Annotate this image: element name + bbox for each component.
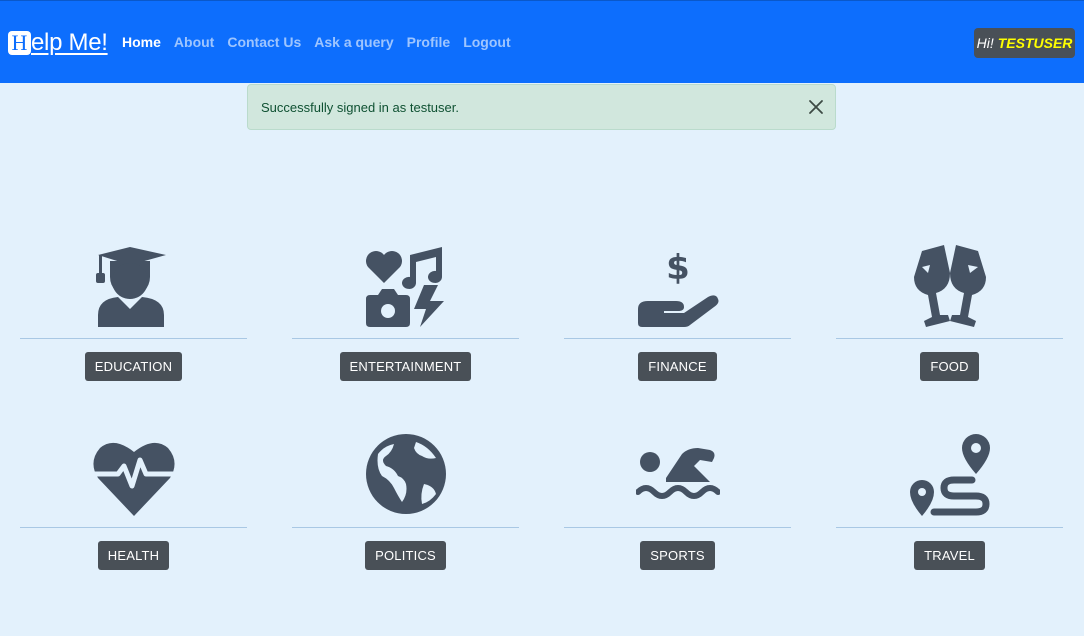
category-card-travel: TRAVEL xyxy=(836,426,1063,586)
svg-text:$: $ xyxy=(666,248,690,288)
brand-h-mark: H xyxy=(8,31,31,55)
close-icon[interactable] xyxy=(807,98,825,116)
category-card-politics: POLITICS xyxy=(292,426,519,586)
hand-dollar-icon[interactable]: $ xyxy=(636,243,720,327)
category-card-sports: SPORTS xyxy=(564,426,791,586)
category-card-entertainment: ENTERTAINMENT xyxy=(292,237,519,397)
divider xyxy=(292,338,519,339)
user-greeting: Hi! xyxy=(976,35,994,51)
user-badge[interactable]: Hi! TESTUSER xyxy=(974,28,1075,58)
divider xyxy=(836,338,1063,339)
nav-home[interactable]: Home xyxy=(122,34,161,50)
brand-text: elp Me! xyxy=(31,29,108,56)
category-button-food[interactable]: FOOD xyxy=(920,352,979,381)
divider xyxy=(836,527,1063,528)
divider xyxy=(564,338,791,339)
success-alert: Successfully signed in as testuser. xyxy=(247,84,836,130)
category-card-education: EDUCATION xyxy=(20,237,247,397)
category-button-health[interactable]: HEALTH xyxy=(97,541,170,570)
nav-links: Home About Contact Us Ask a query Profil… xyxy=(122,34,524,50)
nav-contact-us[interactable]: Contact Us xyxy=(227,34,301,50)
alert-message: Successfully signed in as testuser. xyxy=(261,99,459,115)
entertainment-icon[interactable] xyxy=(364,243,448,327)
user-name: TESTUSER xyxy=(997,35,1073,51)
nav-ask-a-query[interactable]: Ask a query xyxy=(314,34,393,50)
globe-icon[interactable] xyxy=(364,432,448,516)
category-card-food: FOOD xyxy=(836,237,1063,397)
category-button-politics[interactable]: POLITICS xyxy=(365,541,446,570)
divider xyxy=(292,527,519,528)
category-button-sports[interactable]: SPORTS xyxy=(640,541,715,570)
swimmer-icon[interactable] xyxy=(635,432,720,516)
category-button-finance[interactable]: FINANCE xyxy=(638,352,717,381)
route-icon[interactable] xyxy=(908,432,992,516)
navbar: H elp Me! Home About Contact Us Ask a qu… xyxy=(0,0,1084,83)
category-button-education[interactable]: EDUCATION xyxy=(84,352,183,381)
category-card-health: HEALTH xyxy=(20,426,247,586)
category-button-entertainment[interactable]: ENTERTAINMENT xyxy=(339,352,472,381)
graduate-icon[interactable] xyxy=(92,243,176,327)
divider xyxy=(20,527,247,528)
divider xyxy=(20,338,247,339)
nav-about[interactable]: About xyxy=(174,34,214,50)
heart-pulse-icon[interactable] xyxy=(91,432,176,516)
brand-logo[interactable]: H elp Me! xyxy=(8,28,108,58)
nav-profile[interactable]: Profile xyxy=(407,34,451,50)
divider xyxy=(564,527,791,528)
category-button-travel[interactable]: TRAVEL xyxy=(914,541,985,570)
nav-logout[interactable]: Logout xyxy=(463,34,510,50)
wine-glasses-icon[interactable] xyxy=(908,243,992,327)
category-card-finance: $ FINANCE xyxy=(564,237,791,397)
